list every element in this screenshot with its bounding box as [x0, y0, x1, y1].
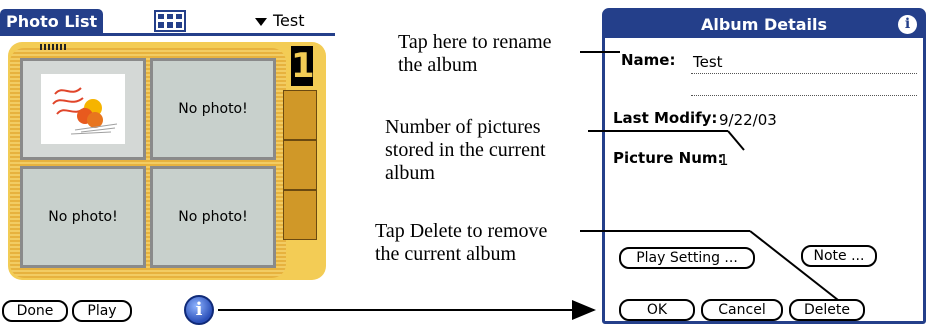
name-field-underline	[691, 73, 917, 74]
ok-button[interactable]: OK	[619, 299, 695, 321]
callout-count: Number of pictures stored in the current…	[385, 116, 546, 185]
album-selector-dropdown[interactable]: Test	[255, 10, 305, 32]
photo-slot[interactable]: No photo!	[150, 166, 276, 268]
album-page-tab[interactable]	[283, 190, 317, 240]
callout-line: album	[385, 162, 435, 184]
note-button[interactable]: Note ...	[801, 245, 877, 267]
dialog-title: Album Details	[605, 11, 923, 38]
callout-line: Tap here to rename	[398, 31, 552, 53]
last-modify-label: Last Modify:	[613, 109, 718, 127]
name-field-underline	[691, 95, 917, 96]
photo-slot[interactable]: No photo!	[150, 58, 276, 160]
callout-line: stored in the current	[385, 139, 546, 161]
play-button[interactable]: Play	[72, 300, 132, 322]
page-number: 1	[291, 46, 315, 86]
info-icon[interactable]: i	[898, 15, 917, 34]
cancel-button[interactable]: Cancel	[701, 299, 783, 321]
photo-list-title: Photo List	[0, 9, 104, 35]
empty-photo-label: No photo!	[48, 209, 118, 225]
name-field[interactable]: Test	[693, 53, 723, 71]
photo-slot[interactable]: No photo!	[20, 166, 146, 268]
play-setting-button[interactable]: Play Setting ...	[619, 247, 755, 269]
album-page-tab[interactable]	[283, 140, 317, 190]
callout-rename: Tap here to rename the album	[398, 31, 552, 77]
chevron-down-icon	[255, 17, 267, 26]
album-page-tab[interactable]	[283, 90, 317, 140]
callout-line: Number of pictures	[385, 116, 541, 138]
picture-num-label: Picture Num:	[613, 149, 724, 167]
photo-thumbnail	[41, 74, 125, 144]
photo-list-screen: Photo List Test 1 No photo! No photo! No…	[0, 0, 340, 326]
callout-line: the current album	[375, 243, 517, 265]
grid-view-icon[interactable]	[154, 10, 186, 32]
callout-delete: Tap Delete to remove the current album	[375, 220, 547, 266]
album-selector-value: Test	[273, 11, 305, 30]
last-modify-value: 9/22/03	[719, 111, 777, 129]
album-details-dialog: Album Details i Name: Test Last Modify: …	[602, 8, 926, 324]
delete-button[interactable]: Delete	[789, 299, 865, 321]
done-button[interactable]: Done	[2, 300, 68, 322]
empty-photo-label: No photo!	[178, 101, 248, 117]
album-binding	[40, 44, 68, 50]
info-icon[interactable]: i	[184, 295, 214, 325]
name-label: Name:	[621, 51, 676, 69]
title-underline	[0, 33, 335, 36]
callout-line: Tap Delete to remove	[375, 220, 548, 242]
picture-num-value: 1	[719, 151, 729, 169]
empty-photo-label: No photo!	[178, 209, 248, 225]
photo-image	[52, 87, 118, 135]
photo-slot[interactable]	[20, 58, 146, 160]
callout-line: the album	[398, 54, 478, 76]
